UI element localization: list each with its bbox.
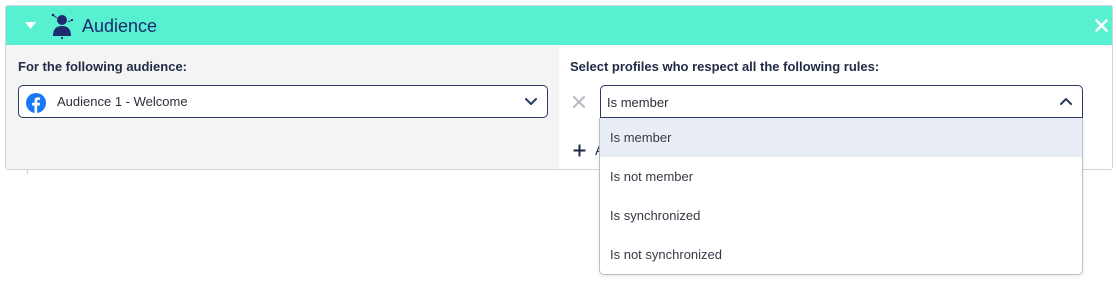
rules-label: Select profiles who respect all the foll… (570, 59, 880, 74)
dropdown-option[interactable]: Is member (600, 118, 1082, 157)
rule-select[interactable]: Is member (600, 85, 1083, 118)
audience-select[interactable]: Audience 1 - Welcome (18, 85, 548, 118)
dropdown-option[interactable]: Is synchronized (600, 196, 1082, 235)
chevron-up-icon (1060, 98, 1072, 105)
close-icon[interactable] (1095, 19, 1108, 32)
panel-header: Audience (6, 6, 1112, 45)
dropdown-option[interactable]: Is not synchronized (600, 235, 1082, 274)
rule-select-value: Is member (607, 95, 669, 110)
caret-down-icon[interactable] (25, 22, 36, 30)
rule-dropdown-menu: Is member Is not member Is synchronized … (599, 118, 1083, 275)
facebook-icon (26, 93, 46, 113)
audience-person-icon (51, 13, 74, 40)
chevron-down-icon (525, 98, 537, 105)
plus-icon (573, 144, 586, 156)
remove-rule-icon[interactable] (573, 96, 585, 108)
divider-tick (27, 170, 28, 174)
panel-title: Audience (82, 16, 158, 36)
audience-column: For the following audience: Audience 1 -… (6, 45, 559, 169)
dropdown-option[interactable]: Is not member (600, 157, 1082, 196)
audience-label: For the following audience: (18, 59, 187, 74)
audience-select-value: Audience 1 - Welcome (57, 94, 188, 109)
